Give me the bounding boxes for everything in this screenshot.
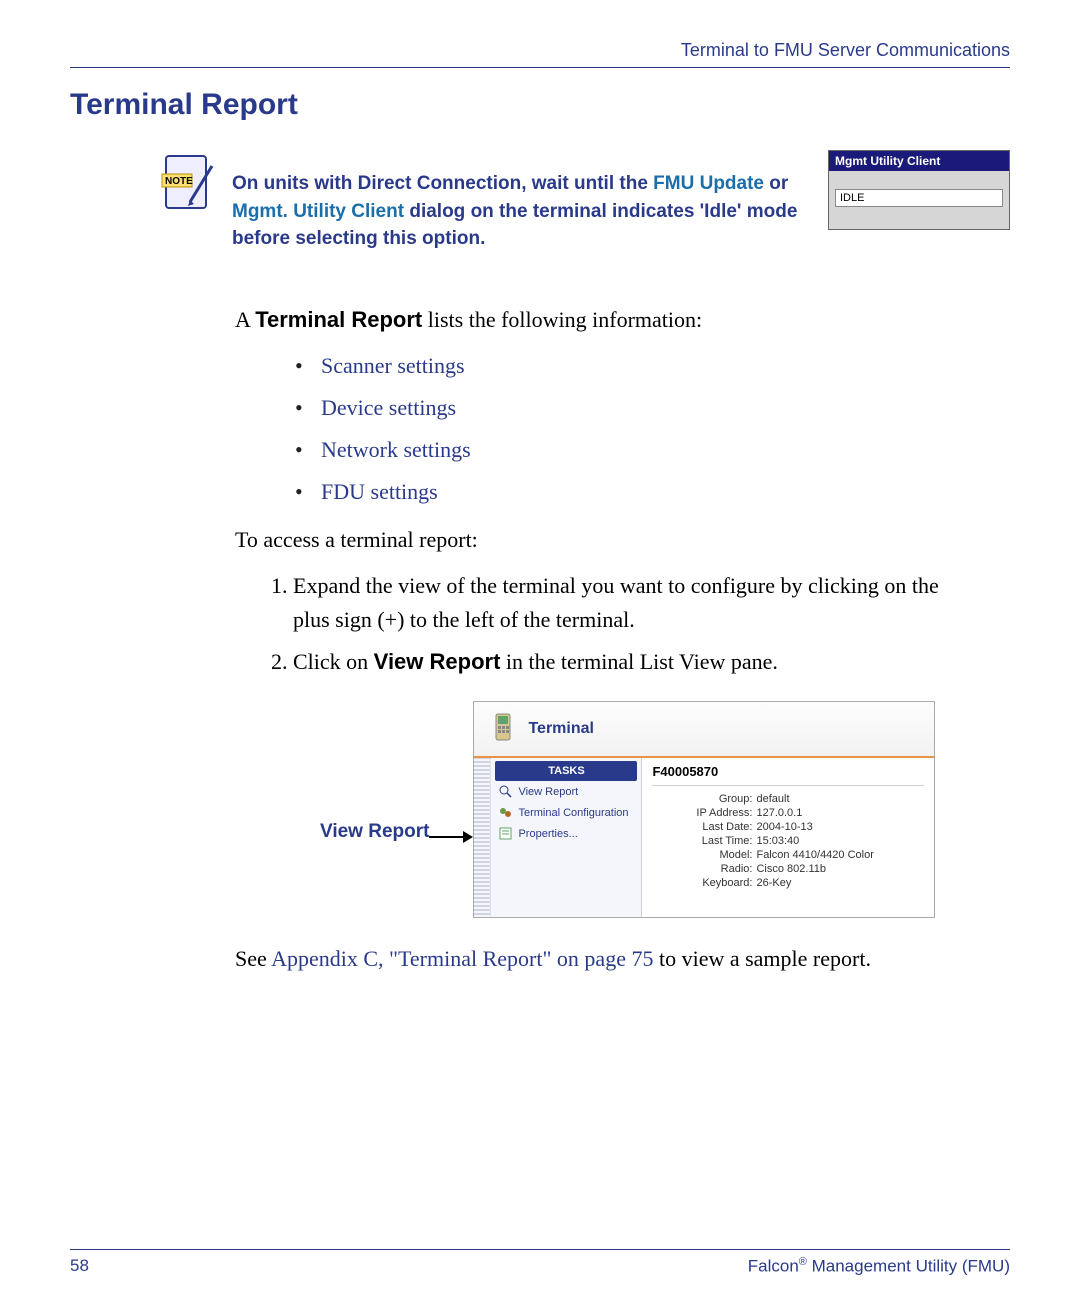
detail-label: Radio: — [652, 863, 756, 875]
details-table: Group:default IP Address:127.0.0.1 Last … — [652, 792, 924, 890]
detail-row: IP Address:127.0.0.1 — [652, 806, 924, 820]
detail-value: 26-Key — [756, 877, 791, 889]
callout-label: View Report — [320, 701, 429, 843]
detail-value: 2004-10-13 — [756, 821, 812, 833]
detail-label: Group: — [652, 793, 756, 805]
page-title: Terminal Report — [70, 88, 1010, 122]
intro-prefix: A — [235, 307, 255, 332]
mgmt-dialog-title: Mgmt Utility Client — [829, 151, 1009, 171]
registered-icon: ® — [799, 1256, 807, 1268]
detail-label: Last Time: — [652, 835, 756, 847]
page-header: Terminal to FMU Server Communications — [70, 40, 1010, 68]
appendix-link[interactable]: Appendix C, "Terminal Report" on page 75 — [271, 946, 653, 971]
terminal-id: F40005870 — [652, 761, 924, 786]
gears-icon — [499, 806, 512, 819]
step-2c: in the terminal List View pane. — [500, 649, 777, 674]
properties-icon — [499, 827, 512, 840]
note-block: NOTE On units with Direct Connection, wa… — [160, 150, 1010, 253]
mgmt-dialog-status: IDLE — [835, 189, 1003, 207]
detail-row: Last Time:15:03:40 — [652, 834, 924, 848]
bullet-item: Network settings — [295, 429, 980, 471]
note-part2: or — [764, 173, 788, 194]
detail-value: default — [756, 793, 789, 805]
detail-label: Model: — [652, 849, 756, 861]
intro-bold: Terminal Report — [255, 307, 422, 332]
detail-value: Falcon 4410/4420 Color — [756, 849, 873, 861]
detail-row: Model:Falcon 4410/4420 Color — [652, 848, 924, 862]
detail-row: Keyboard:26-Key — [652, 876, 924, 890]
terminal-panel-title: Terminal — [528, 720, 594, 738]
mgmt-utility-dialog: Mgmt Utility Client IDLE — [828, 150, 1010, 230]
step-2: Click on View Report in the terminal Lis… — [293, 641, 980, 683]
sidebar-grip — [474, 757, 491, 917]
appendix-line: See Appendix C, "Terminal Report" on pag… — [235, 942, 980, 976]
intro-line: A Terminal Report lists the following in… — [235, 303, 980, 337]
intro-suffix: lists the following information: — [422, 307, 702, 332]
detail-label: Last Date: — [652, 821, 756, 833]
terminal-panel-screenshot: Terminal TASKS View Report Terminal Conf… — [473, 701, 935, 918]
step-2a: Click on — [293, 649, 374, 674]
body-content: A Terminal Report lists the following in… — [235, 303, 980, 684]
bullet-item: Scanner settings — [295, 345, 980, 387]
detail-label: IP Address: — [652, 807, 756, 819]
detail-label: Keyboard: — [652, 877, 756, 889]
note-part1: On units with Direct Connection, wait un… — [232, 173, 653, 194]
task-terminal-config[interactable]: Terminal Configuration — [491, 802, 641, 823]
magnifier-icon — [499, 785, 512, 798]
appendix-prefix: See — [235, 946, 271, 971]
product-name: Falcon® Management Utility (FMU) — [748, 1256, 1010, 1277]
svg-text:NOTE: NOTE — [165, 176, 193, 187]
detail-row: Radio:Cisco 802.11b — [652, 862, 924, 876]
access-line: To access a terminal report: — [235, 523, 980, 557]
task-label: Terminal Configuration — [518, 807, 628, 819]
product-b: Management Utility (FMU) — [807, 1257, 1010, 1276]
device-icon — [488, 712, 518, 746]
product-a: Falcon — [748, 1257, 799, 1276]
screenshot-callout: View Report Terminal TASKS — [320, 701, 1010, 918]
step-2b: View Report — [374, 649, 501, 674]
note-text: On units with Direct Connection, wait un… — [232, 150, 814, 253]
note-link-mgmt-client: Mgmt. Utility Client — [232, 201, 404, 222]
bullet-item: Device settings — [295, 387, 980, 429]
detail-value: 15:03:40 — [756, 835, 799, 847]
detail-value: Cisco 802.11b — [756, 863, 826, 875]
task-properties[interactable]: Properties... — [491, 823, 641, 844]
note-link-fmu-update: FMU Update — [653, 173, 764, 194]
task-label: View Report — [518, 786, 578, 798]
page-number: 58 — [70, 1256, 89, 1277]
task-view-report[interactable]: View Report — [491, 781, 641, 802]
arrow-icon — [429, 701, 473, 847]
detail-row: Group:default — [652, 792, 924, 806]
detail-row: Last Date:2004-10-13 — [652, 820, 924, 834]
tasks-header: TASKS — [495, 761, 637, 781]
detail-value: 127.0.0.1 — [756, 807, 802, 819]
bullet-item: FDU settings — [295, 471, 980, 513]
page-footer: 58 Falcon® Management Utility (FMU) — [70, 1249, 1010, 1277]
step-1: Expand the view of the terminal you want… — [293, 565, 980, 641]
note-icon: NOTE — [160, 150, 218, 220]
appendix-suffix: to view a sample report. — [653, 946, 871, 971]
task-label: Properties... — [518, 828, 577, 840]
